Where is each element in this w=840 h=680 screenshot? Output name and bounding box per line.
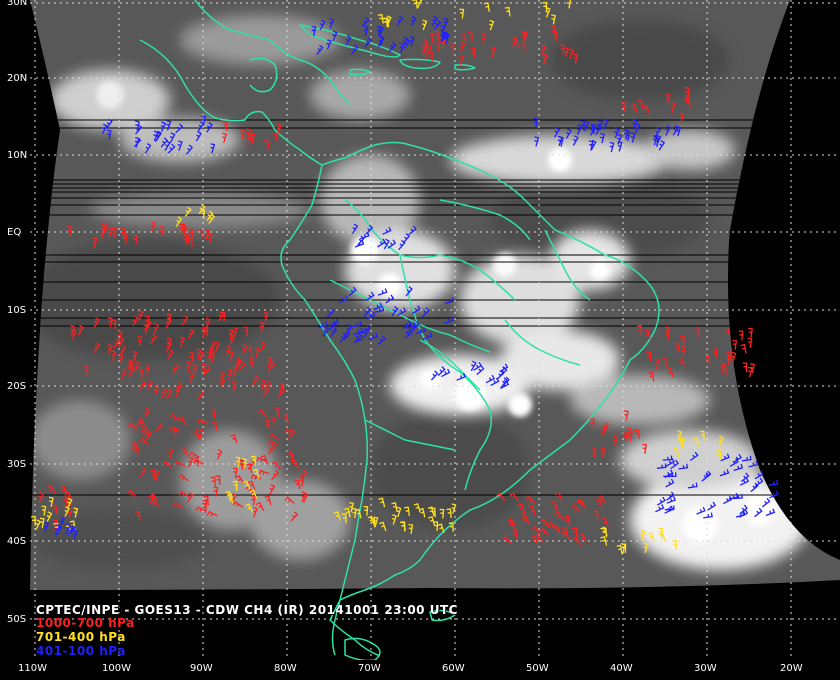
lon-label-60w: 60W <box>442 663 465 674</box>
lon-label-30w: 30W <box>694 663 717 674</box>
wind-barb-low <box>732 339 738 350</box>
lat-label-30n: 30N <box>6 0 29 8</box>
lat-label-20s: 20S <box>6 381 28 392</box>
lat-label-eq: EQ <box>6 227 23 238</box>
legend-mid-level: 701-400 hPa <box>36 630 126 644</box>
lon-label-20w: 20W <box>780 663 803 674</box>
wind-barb-high <box>768 479 779 486</box>
lat-label-10n: 10N <box>6 150 29 161</box>
legend-low-level: 1000-700 hPa <box>36 616 135 630</box>
lat-label-30s: 30S <box>6 459 28 470</box>
lon-label-90w: 90W <box>190 663 213 674</box>
legend-upper-level: 401-100 hPa <box>36 644 126 658</box>
lon-label-80w: 80W <box>274 663 297 674</box>
lon-label-40w: 40W <box>610 663 633 674</box>
satellite-wind-map: 30N 20N 10N EQ 10S 20S 30S 40S 50S 110W … <box>0 0 840 680</box>
wind-barb-low <box>742 362 748 373</box>
lon-label-110w: 110W <box>18 663 47 674</box>
lat-label-50s: 50S <box>6 614 28 625</box>
lat-label-40s: 40S <box>6 536 28 547</box>
lat-label-20n: 20N <box>6 73 29 84</box>
lon-label-50w: 50W <box>526 663 549 674</box>
lat-label-10s: 10S <box>6 305 28 316</box>
lon-label-100w: 100W <box>102 663 131 674</box>
lon-label-70w: 70W <box>358 663 381 674</box>
map-canvas <box>0 0 840 680</box>
tierra-del-fuego <box>344 637 381 662</box>
